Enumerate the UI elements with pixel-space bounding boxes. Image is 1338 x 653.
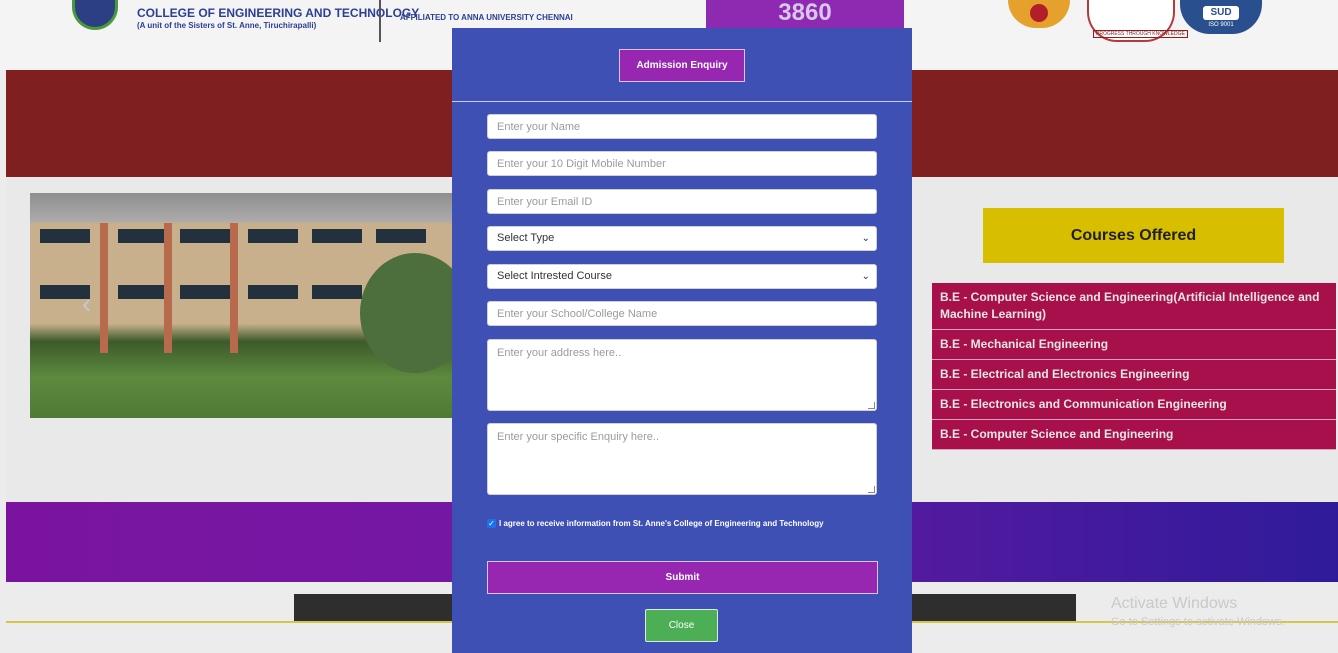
resize-handle-icon[interactable]	[868, 486, 875, 493]
name-input[interactable]	[487, 114, 877, 139]
resize-handle-icon[interactable]	[868, 402, 875, 409]
agree-row: ✓ I agree to receive information from St…	[487, 519, 824, 528]
type-select[interactable]: Select Type ⌄	[487, 226, 877, 251]
type-select-value: Select Type	[497, 232, 555, 244]
admission-enquiry-modal: Admission Enquiry Select Type ⌄ Select I…	[452, 28, 912, 653]
admission-enquiry-title[interactable]: Admission Enquiry	[619, 49, 745, 82]
course-select[interactable]: Select Intrested Course ⌄	[487, 264, 877, 289]
school-input[interactable]	[487, 301, 877, 326]
enquiry-textarea[interactable]	[487, 423, 877, 495]
mobile-input[interactable]	[487, 151, 877, 176]
address-textarea[interactable]	[487, 339, 877, 411]
agree-label: I agree to receive information from St. …	[499, 519, 824, 528]
agree-checkbox[interactable]: ✓	[487, 519, 496, 528]
email-input[interactable]	[487, 189, 877, 214]
close-button[interactable]: Close	[645, 609, 718, 642]
chevron-down-icon: ⌄	[861, 233, 870, 244]
chevron-down-icon: ⌄	[861, 271, 870, 282]
course-select-value: Select Intrested Course	[497, 270, 612, 282]
modal-header: Admission Enquiry	[452, 28, 912, 102]
submit-button[interactable]: Submit	[487, 561, 878, 594]
